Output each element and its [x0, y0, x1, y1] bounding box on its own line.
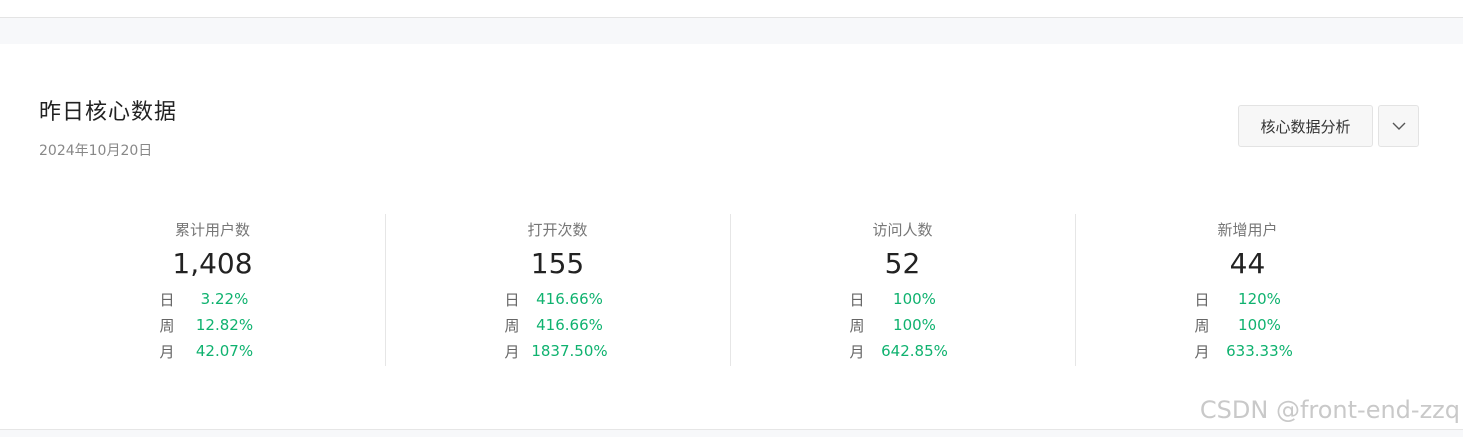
core-data-analysis-label: 核心数据分析 — [1260, 117, 1351, 136]
change-row-week: 周 416.66% — [385, 312, 730, 338]
change-value: 3.22% — [200, 290, 249, 308]
change-period: 周 — [159, 316, 175, 335]
change-row-month: 月 1837.50% — [385, 338, 730, 364]
metric-value: 1,408 — [172, 247, 253, 280]
core-data-analysis-button[interactable]: 核心数据分析 — [1238, 105, 1373, 147]
metric-value: 52 — [884, 247, 921, 280]
change-period: 周 — [504, 316, 520, 335]
change-row-week: 周 12.82% — [40, 312, 385, 338]
watermark: CSDN @front-end-zzq — [1199, 396, 1460, 424]
change-row-month: 月 42.07% — [40, 338, 385, 364]
metric-changes: 日 416.66% 周 416.66% 月 1837.50% — [385, 286, 730, 364]
change-value: 633.33% — [1226, 342, 1293, 360]
bottom-divider — [0, 429, 1463, 437]
change-period: 月 — [849, 342, 865, 361]
change-period: 月 — [504, 342, 520, 361]
change-period: 月 — [159, 342, 175, 361]
change-period: 月 — [1194, 342, 1210, 361]
change-row-day: 日 120% — [1075, 286, 1420, 312]
change-period: 日 — [1194, 290, 1210, 309]
change-row-month: 月 642.85% — [730, 338, 1075, 364]
chevron-down-icon — [1392, 122, 1405, 130]
change-value: 100% — [1238, 316, 1281, 334]
change-period: 周 — [849, 316, 865, 335]
change-row-week: 周 100% — [730, 312, 1075, 338]
metric-visitors: 访问人数 52 日 100% 周 100% 月 642.85% — [730, 212, 1075, 367]
change-value: 42.07% — [195, 342, 254, 360]
change-row-day: 日 416.66% — [385, 286, 730, 312]
change-value: 100% — [893, 316, 936, 334]
change-period: 日 — [504, 290, 520, 309]
metric-total-users: 累计用户数 1,408 日 3.22% 周 12.82% 月 42.07% — [40, 212, 385, 367]
change-value: 1837.50% — [531, 342, 608, 360]
change-value: 416.66% — [536, 290, 603, 308]
change-value: 12.82% — [195, 316, 254, 334]
change-row-day: 日 3.22% — [40, 286, 385, 312]
change-row-week: 周 100% — [1075, 312, 1420, 338]
metric-open-count: 打开次数 155 日 416.66% 周 416.66% 月 1837.50% — [385, 212, 730, 367]
change-value: 416.66% — [536, 316, 603, 334]
more-options-dropdown-button[interactable] — [1378, 105, 1419, 147]
metric-value: 44 — [1229, 247, 1266, 280]
metric-label: 累计用户数 — [174, 221, 250, 239]
page-title: 昨日核心数据 — [39, 100, 178, 125]
data-date: 2024年10月20日 — [39, 143, 153, 159]
metric-new-users: 新增用户 44 日 120% 周 100% 月 633.33% — [1075, 212, 1420, 367]
metric-changes: 日 100% 周 100% 月 642.85% — [730, 286, 1075, 364]
change-period: 日 — [849, 290, 865, 309]
metric-changes: 日 120% 周 100% 月 633.33% — [1075, 286, 1420, 364]
change-value: 100% — [893, 290, 936, 308]
metric-value: 155 — [530, 247, 585, 280]
change-period: 日 — [159, 290, 175, 309]
metric-label: 访问人数 — [872, 221, 933, 239]
change-row-day: 日 100% — [730, 286, 1075, 312]
change-value: 642.85% — [881, 342, 948, 360]
top-bar — [0, 0, 1463, 18]
change-period: 周 — [1194, 316, 1210, 335]
metric-label: 新增用户 — [1217, 221, 1278, 239]
metric-label: 打开次数 — [527, 221, 588, 239]
change-value: 120% — [1238, 290, 1281, 308]
metric-changes: 日 3.22% 周 12.82% 月 42.07% — [40, 286, 385, 364]
section-gap — [0, 18, 1463, 44]
metrics-row: 累计用户数 1,408 日 3.22% 周 12.82% 月 42.07% 打开… — [40, 212, 1420, 367]
change-row-month: 月 633.33% — [1075, 338, 1420, 364]
